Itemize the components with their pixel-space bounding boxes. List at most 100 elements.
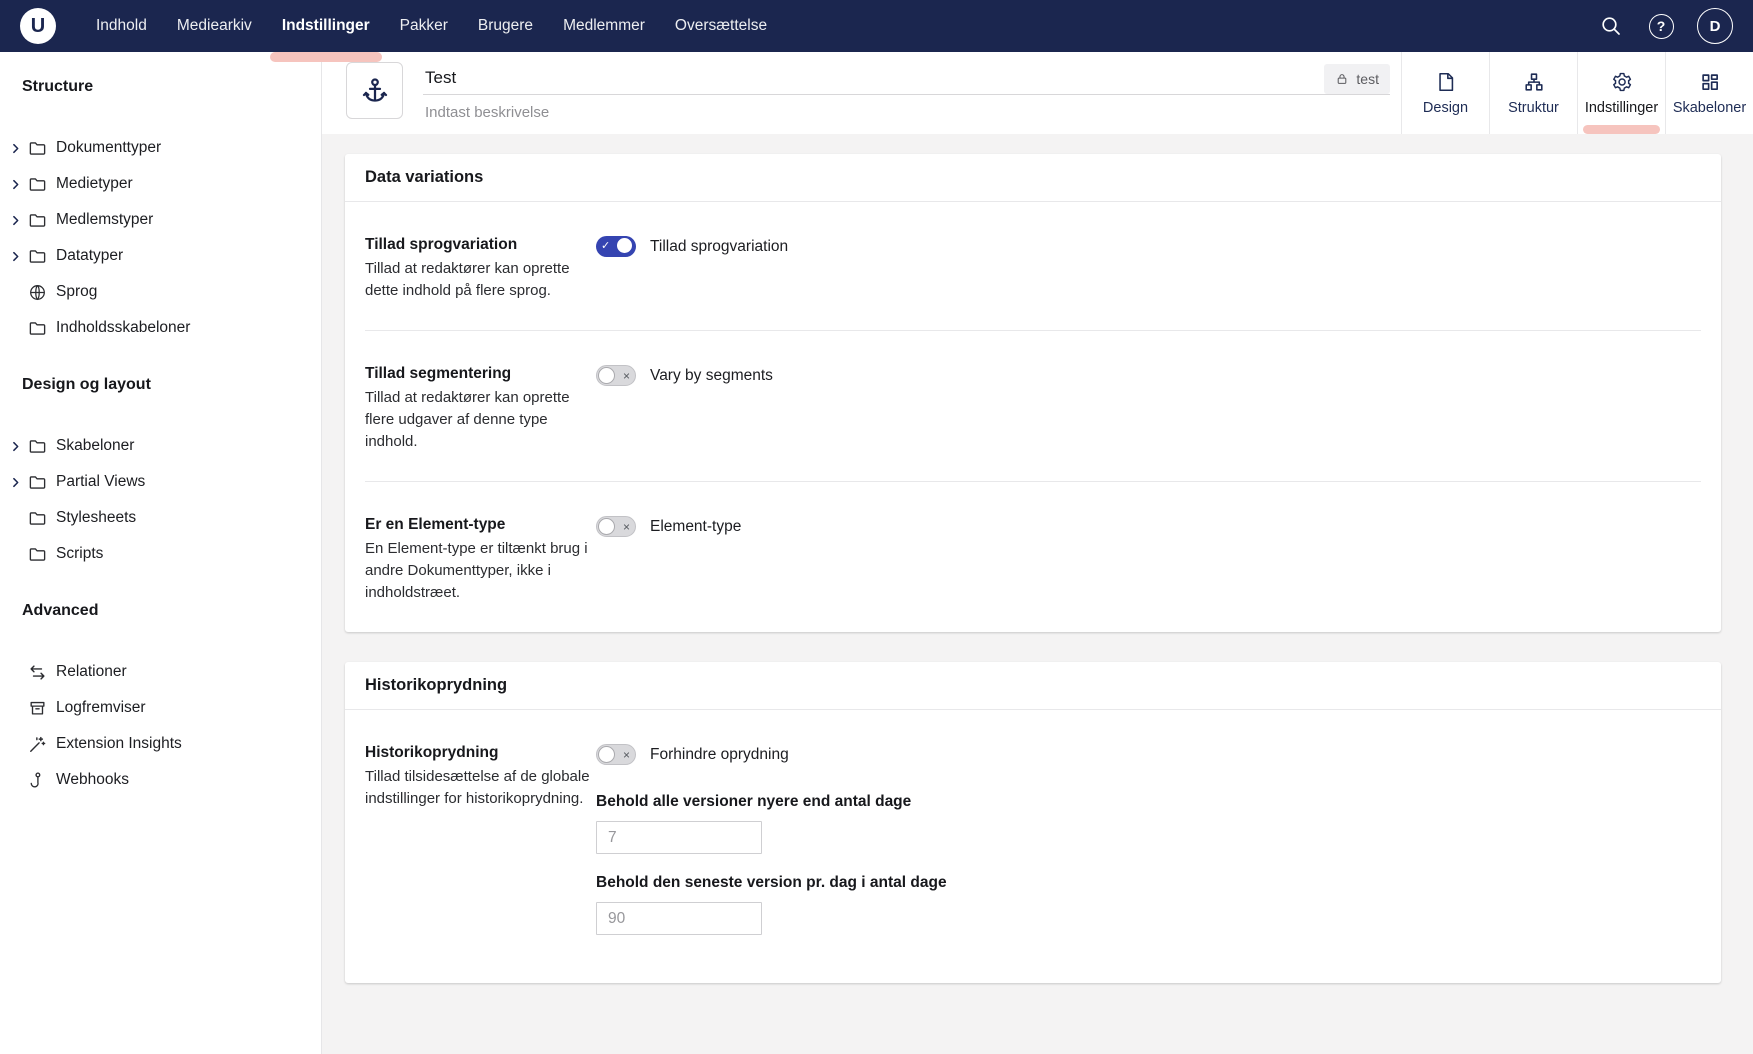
sitemap-icon (1523, 71, 1545, 93)
chevron-right-icon[interactable] (9, 142, 24, 155)
user-avatar[interactable]: D (1697, 8, 1733, 44)
sidebar-item-skabeloner[interactable]: Skabeloner (9, 428, 311, 464)
panel-data-variations: Data variations Tillad sprogvariation Ti… (345, 154, 1721, 632)
toggle-segmentering[interactable]: × (596, 365, 636, 386)
settings-tree-sidebar: Structure Dokumenttyper Medietyper Medle… (0, 52, 322, 1054)
nav-item-medlemmer[interactable]: Medlemmer (563, 0, 645, 52)
toggle-sprogvariation[interactable]: ✓ (596, 236, 636, 257)
navbar-right-actions: ? D (1597, 8, 1733, 44)
chevron-right-icon[interactable] (9, 440, 24, 453)
alias-label: test (1356, 71, 1379, 87)
sidebar-item-label: Datatyper (56, 247, 123, 265)
grid-icon (1699, 71, 1721, 93)
sidebar-item-dokumenttyper[interactable]: Dokumenttyper (9, 130, 311, 166)
sidebar-item-label: Extension Insights (56, 735, 182, 753)
sidebar-item-webhooks[interactable]: Webhooks (9, 762, 311, 798)
x-icon: × (623, 370, 630, 382)
folder-icon (28, 319, 47, 338)
keep-latest-version-input[interactable] (596, 902, 762, 935)
toggle-row: × Element-type (596, 516, 1701, 537)
tab-design[interactable]: Design (1401, 52, 1489, 134)
anchor-icon[interactable] (346, 62, 403, 119)
panel-title: Historikoprydning (345, 662, 1721, 710)
toggle-forhindre-oprydning[interactable]: × (596, 744, 636, 765)
swap-arrows-icon (28, 663, 47, 682)
sidebar-item-indholdsskabeloner[interactable]: Indholdsskabeloner (9, 310, 311, 346)
help-icon[interactable]: ? (1647, 12, 1675, 40)
sidebar-item-medietyper[interactable]: Medietyper (9, 166, 311, 202)
chevron-right-icon[interactable] (9, 178, 24, 191)
sidebar-item-label: Indholdsskabeloner (56, 319, 190, 337)
sidebar-item-extension-insights[interactable]: Extension Insights (9, 726, 311, 762)
sidebar-item-medlemstyper[interactable]: Medlemstyper (9, 202, 311, 238)
folder-icon (28, 473, 47, 492)
property-description: Tillad at redaktører kan oprette dette i… (365, 258, 596, 302)
sidebar-item-sprog[interactable]: Sprog (9, 274, 311, 310)
sidebar-item-label: Medlemstyper (56, 211, 153, 229)
sidebar-item-label: Logfremviser (56, 699, 146, 717)
folder-icon (28, 545, 47, 564)
nav-item-indstillinger[interactable]: Indstillinger (282, 0, 370, 52)
tab-label: Design (1423, 100, 1468, 116)
x-icon: × (623, 521, 630, 533)
sidebar-item-label: Stylesheets (56, 509, 136, 527)
toggle-knob (598, 367, 615, 384)
chevron-right-icon[interactable] (9, 476, 24, 489)
toggle-row: ✓ Tillad sprogvariation (596, 236, 1701, 257)
property-label-cell: Tillad segmentering Tillad at redaktører… (365, 365, 596, 453)
property-label-cell: Er en Element-type En Element-type er ti… (365, 516, 596, 604)
hook-icon (28, 771, 47, 790)
nav-item-indhold[interactable]: Indhold (96, 0, 147, 52)
tab-indstillinger[interactable]: Indstillinger (1577, 52, 1665, 134)
sidebar-heading-design-og-layout: Design og layout (22, 376, 311, 394)
property-label: Er en Element-type (365, 516, 596, 534)
chevron-right-icon[interactable] (9, 250, 24, 263)
property-row-element-type: Er en Element-type En Element-type er ti… (365, 481, 1701, 632)
toggle-knob (598, 518, 615, 535)
workspace: test Design Struktur (322, 52, 1753, 1054)
sidebar-item-datatyper[interactable]: Datatyper (9, 238, 311, 274)
check-icon: ✓ (601, 241, 610, 252)
property-control-cell: ✓ Tillad sprogvariation (596, 236, 1701, 302)
chevron-right-icon[interactable] (9, 214, 24, 227)
name-and-description: test (423, 52, 1390, 134)
property-description: Tillad tilsidesættelse af de globale ind… (365, 766, 596, 810)
sidebar-item-partial-views[interactable]: Partial Views (9, 464, 311, 500)
property-label: Tillad segmentering (365, 365, 596, 383)
keep-all-versions-input[interactable] (596, 821, 762, 854)
tab-struktur[interactable]: Struktur (1489, 52, 1577, 134)
description-input[interactable] (423, 95, 1390, 121)
sidebar-item-relationer[interactable]: Relationer (9, 654, 311, 690)
property-row-tillad-segmentering: Tillad segmentering Tillad at redaktører… (365, 330, 1701, 481)
search-icon[interactable] (1597, 12, 1625, 40)
umbraco-logo-icon[interactable]: U (20, 8, 56, 44)
sidebar-item-logfremviser[interactable]: Logfremviser (9, 690, 311, 726)
tab-skabeloner[interactable]: Skabeloner (1665, 52, 1753, 134)
property-row-historikoprydning: Historikoprydning Tillad tilsidesættelse… (365, 710, 1701, 983)
nav-item-brugere[interactable]: Brugere (478, 0, 533, 52)
sidebar-item-label: Partial Views (56, 473, 145, 491)
toggle-row: × Forhindre oprydning (596, 744, 1701, 765)
property-label-cell: Historikoprydning Tillad tilsidesættelse… (365, 744, 596, 955)
sidebar-item-scripts[interactable]: Scripts (9, 536, 311, 572)
folder-icon (28, 175, 47, 194)
sidebar-item-label: Scripts (56, 545, 103, 563)
panel-historikoprydning: Historikoprydning Historikoprydning Till… (345, 662, 1721, 983)
nav-item-pakker[interactable]: Pakker (400, 0, 448, 52)
tab-label: Skabeloner (1673, 100, 1746, 116)
nav-item-mediearkiv[interactable]: Mediearkiv (177, 0, 252, 52)
alias-badge[interactable]: test (1324, 64, 1390, 94)
settings-content: Data variations Tillad sprogvariation Ti… (322, 134, 1753, 1054)
name-input[interactable] (423, 68, 1324, 94)
property-control-cell: × Forhindre oprydning Behold alle versio… (596, 744, 1701, 955)
main-layout: Structure Dokumenttyper Medietyper Medle… (0, 52, 1753, 1054)
sidebar-item-stylesheets[interactable]: Stylesheets (9, 500, 311, 536)
field-label-keep-latest-version: Behold den seneste version pr. dag i ant… (596, 874, 1701, 892)
toggle-row: × Vary by segments (596, 365, 1701, 386)
toggle-element-type[interactable]: × (596, 516, 636, 537)
sidebar-section-advanced: Advanced Relationer Logfremviser Extensi… (9, 602, 311, 798)
sidebar-item-label: Medietyper (56, 175, 133, 193)
sidebar-item-label: Webhooks (56, 771, 129, 789)
property-description: Tillad at redaktører kan oprette flere u… (365, 387, 596, 453)
nav-item-oversaettelse[interactable]: Oversættelse (675, 0, 767, 52)
